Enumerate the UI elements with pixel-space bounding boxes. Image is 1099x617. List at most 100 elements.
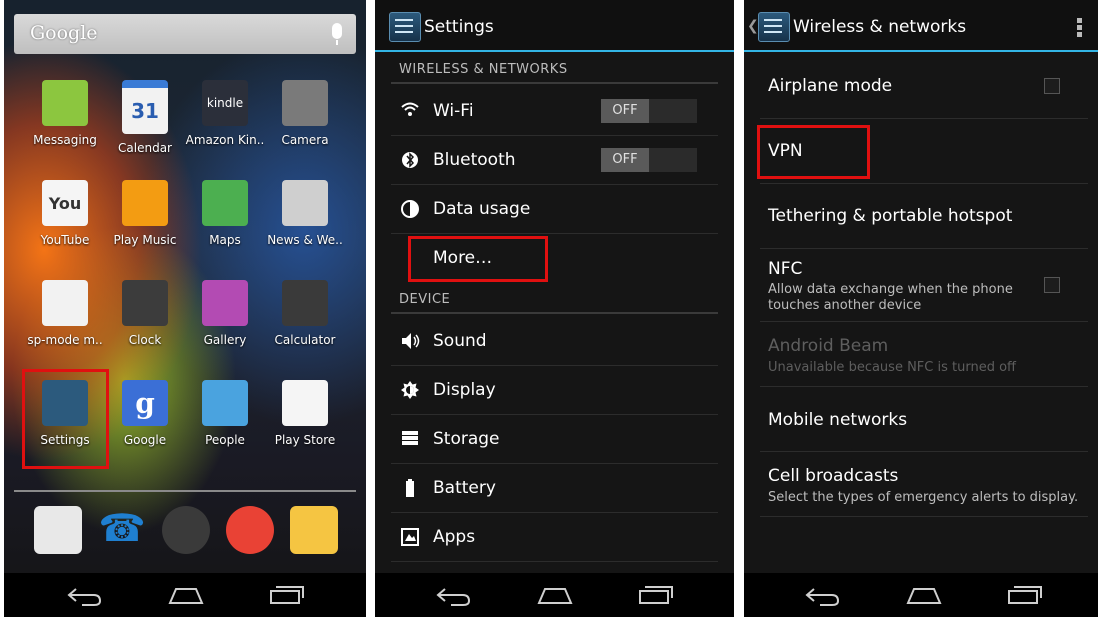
storage-row[interactable]: Storage bbox=[391, 414, 718, 464]
nfc-summary-line-1: Allow data exchange when the phone bbox=[768, 282, 1013, 297]
wifi-row[interactable]: Wi-Fi OFF bbox=[391, 86, 718, 136]
app-label: Clock bbox=[128, 333, 162, 347]
bluetooth-toggle-state: OFF bbox=[601, 148, 649, 172]
nfc-row[interactable]: NFC Allow data exchange when the phone t… bbox=[760, 249, 1088, 322]
app-drawer-icon[interactable] bbox=[162, 506, 210, 554]
apps-label: Apps bbox=[433, 527, 476, 547]
android-beam-summary: Unavailable because NFC is turned off bbox=[768, 360, 1016, 375]
cell-broadcasts-row[interactable]: Cell broadcasts Select the types of emer… bbox=[760, 452, 1088, 517]
cell-broadcasts-label: Cell broadcasts bbox=[768, 466, 899, 486]
up-caret-icon[interactable]: ❮ bbox=[747, 18, 759, 34]
settings-icon[interactable] bbox=[758, 12, 790, 42]
google-search-label: Google bbox=[30, 22, 98, 44]
wireless-networks-screen: ❮ Wireless & networks Airplane mode VPN … bbox=[744, 0, 1098, 617]
gmail-icon[interactable] bbox=[34, 506, 82, 554]
app-messaging[interactable]: Messaging bbox=[24, 80, 106, 147]
airplane-mode-checkbox[interactable] bbox=[1044, 78, 1060, 94]
app-label: Gallery bbox=[203, 333, 247, 347]
app-label: People bbox=[205, 433, 245, 447]
speaker-icon bbox=[401, 332, 420, 350]
email-icon[interactable] bbox=[290, 506, 338, 554]
app-kindle[interactable]: kindle Amazon Kin.. bbox=[184, 80, 266, 147]
tethering-row[interactable]: Tethering & portable hotspot bbox=[760, 184, 1088, 249]
section-divider bbox=[391, 82, 718, 84]
bluetooth-row[interactable]: Bluetooth OFF bbox=[391, 135, 718, 185]
app-play-store[interactable]: Play Store bbox=[264, 380, 346, 447]
cell-broadcasts-summary: Select the types of emergency alerts to … bbox=[768, 490, 1079, 505]
battery-label: Battery bbox=[433, 478, 496, 498]
microphone-icon[interactable] bbox=[332, 23, 342, 45]
apps-row[interactable]: Apps bbox=[391, 512, 718, 562]
app-label: Maps bbox=[209, 233, 241, 247]
recent-apps-icon[interactable] bbox=[1006, 583, 1044, 607]
section-wireless-networks: WIRELESS & NETWORKS bbox=[399, 62, 568, 77]
sound-label: Sound bbox=[433, 331, 487, 351]
home-icon[interactable] bbox=[904, 583, 944, 607]
battery-row[interactable]: Battery bbox=[391, 463, 718, 513]
brightness-icon bbox=[401, 381, 419, 399]
back-icon[interactable] bbox=[66, 583, 104, 607]
recent-apps-icon[interactable] bbox=[268, 583, 306, 607]
nav-bar bbox=[744, 573, 1098, 617]
recent-apps-icon[interactable] bbox=[637, 583, 675, 607]
bluetooth-icon bbox=[401, 151, 419, 169]
calculator-icon bbox=[282, 280, 328, 326]
nfc-checkbox[interactable] bbox=[1044, 277, 1060, 293]
home-icon[interactable] bbox=[166, 583, 206, 607]
youtube-icon: You bbox=[42, 180, 88, 226]
messaging-icon bbox=[42, 80, 88, 126]
airplane-mode-label: Airplane mode bbox=[768, 76, 893, 96]
google-search-bar[interactable]: Google bbox=[14, 14, 356, 54]
sound-row[interactable]: Sound bbox=[391, 316, 718, 366]
app-calendar[interactable]: 31 Calendar bbox=[104, 80, 186, 155]
calendar-icon: 31 bbox=[122, 80, 168, 134]
app-google-search[interactable]: g Google bbox=[104, 380, 186, 447]
bluetooth-toggle[interactable]: OFF bbox=[601, 148, 697, 172]
wifi-toggle-state: OFF bbox=[601, 99, 649, 123]
app-sp-mode-mail[interactable]: sp-mode m.. bbox=[24, 280, 106, 347]
app-people[interactable]: People bbox=[184, 380, 266, 447]
settings-icon[interactable] bbox=[389, 12, 421, 42]
app-label: YouTube bbox=[40, 233, 90, 247]
back-icon[interactable] bbox=[435, 583, 473, 607]
android-beam-row: Android Beam Unavailable because NFC is … bbox=[760, 322, 1088, 387]
wireless-title: Wireless & networks bbox=[793, 17, 967, 37]
nfc-summary-line-2: touches another device bbox=[768, 298, 922, 313]
vpn-highlight-box bbox=[757, 125, 870, 179]
google-search-icon: g bbox=[122, 380, 168, 426]
more-highlight-box bbox=[408, 236, 548, 282]
sp-mode-mail-icon bbox=[42, 280, 88, 326]
airplane-mode-row[interactable]: Airplane mode bbox=[760, 54, 1088, 119]
app-clock[interactable]: Clock bbox=[104, 280, 186, 347]
tethering-label: Tethering & portable hotspot bbox=[768, 206, 1013, 226]
section-device: DEVICE bbox=[399, 292, 451, 307]
battery-icon bbox=[401, 479, 419, 497]
back-icon[interactable] bbox=[804, 583, 842, 607]
mobile-networks-row[interactable]: Mobile networks bbox=[760, 387, 1088, 452]
settings-highlight-box bbox=[22, 369, 109, 469]
app-camera[interactable]: Camera bbox=[264, 80, 346, 147]
app-youtube[interactable]: You YouTube bbox=[24, 180, 106, 247]
app-calculator[interactable]: Calculator bbox=[264, 280, 346, 347]
app-label: News & We.. bbox=[267, 233, 343, 247]
nav-bar bbox=[4, 573, 366, 617]
home-icon[interactable] bbox=[535, 583, 575, 607]
chrome-icon[interactable] bbox=[226, 506, 274, 554]
wifi-toggle[interactable]: OFF bbox=[601, 99, 697, 123]
app-news-weather[interactable]: News & We.. bbox=[264, 180, 346, 247]
app-label: Amazon Kin.. bbox=[185, 133, 265, 147]
wifi-label: Wi-Fi bbox=[433, 101, 474, 121]
overflow-menu-icon[interactable] bbox=[1077, 18, 1082, 38]
mobile-networks-label: Mobile networks bbox=[768, 410, 908, 430]
phone-icon[interactable]: ☎ bbox=[98, 506, 146, 554]
data-usage-row[interactable]: Data usage bbox=[391, 184, 718, 234]
app-gallery[interactable]: Gallery bbox=[184, 280, 266, 347]
people-icon bbox=[202, 380, 248, 426]
app-maps[interactable]: Maps bbox=[184, 180, 266, 247]
app-headphones[interactable]: Play Music bbox=[104, 180, 186, 247]
dock-divider bbox=[14, 490, 356, 492]
home-screen: Google Messaging 31 Calendar kindle Amazon K… bbox=[4, 0, 366, 617]
display-row[interactable]: Display bbox=[391, 365, 718, 415]
news-weather-icon bbox=[282, 180, 328, 226]
storage-icon bbox=[401, 430, 419, 448]
